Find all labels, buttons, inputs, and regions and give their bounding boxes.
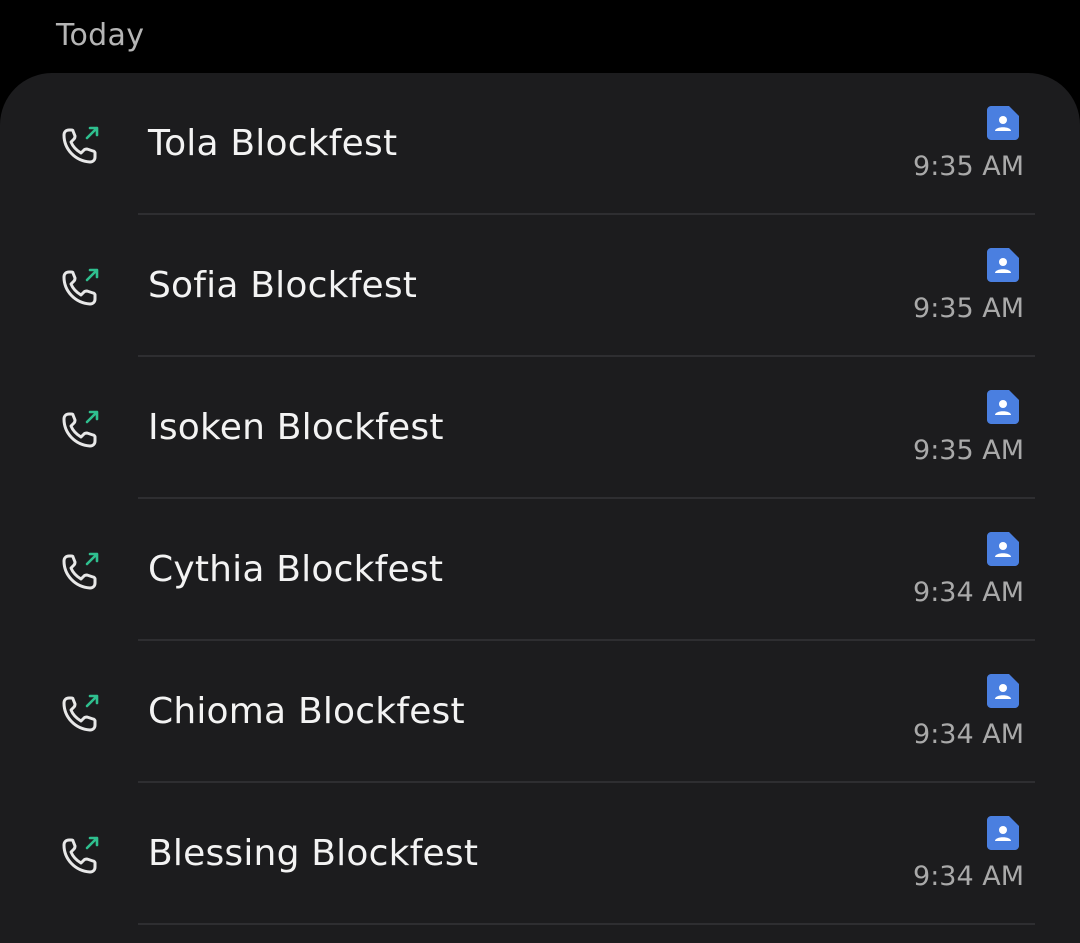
outgoing-call-icon [62,694,99,732]
contact-name: Sofia Blockfest [148,265,418,306]
call-log-card: Tola Blockfest 9:35 AM Sofia Blockfest 9… [0,73,1080,943]
contact-name: Cythia Blockfest [148,549,444,590]
row-divider [138,923,1035,925]
call-time: 9:34 AM [913,861,1024,892]
call-time: 9:35 AM [913,435,1024,466]
call-log-item[interactable]: Isoken Blockfest 9:35 AM [0,357,1080,499]
outgoing-call-icon [62,410,99,448]
call-time: 9:34 AM [913,577,1024,608]
contact-sim-icon [987,106,1019,140]
call-log-item[interactable]: Cythia Blockfest 9:34 AM [0,499,1080,641]
call-log-item[interactable]: Blessing Blockfest 9:34 AM [0,783,1080,925]
call-time: 9:35 AM [913,293,1024,324]
contact-sim-icon [987,248,1019,282]
contact-name: Blessing Blockfest [148,833,479,874]
outgoing-call-icon [62,268,99,306]
contact-sim-icon [987,816,1019,850]
outgoing-call-icon [62,126,99,164]
outgoing-call-icon [62,552,99,590]
call-time: 9:34 AM [913,719,1024,750]
contact-sim-icon [987,390,1019,424]
call-time: 9:35 AM [913,151,1024,182]
call-log-item[interactable]: Chioma Blockfest 9:34 AM [0,641,1080,783]
call-log-item[interactable]: Tola Blockfest 9:35 AM [0,73,1080,215]
contact-name: Tola Blockfest [148,123,398,164]
contact-name: Isoken Blockfest [148,407,444,448]
call-log-item[interactable]: Sofia Blockfest 9:35 AM [0,215,1080,357]
contact-sim-icon [987,532,1019,566]
section-header-today: Today [56,18,145,53]
contact-name: Chioma Blockfest [148,691,465,732]
contact-sim-icon [987,674,1019,708]
outgoing-call-icon [62,836,99,874]
